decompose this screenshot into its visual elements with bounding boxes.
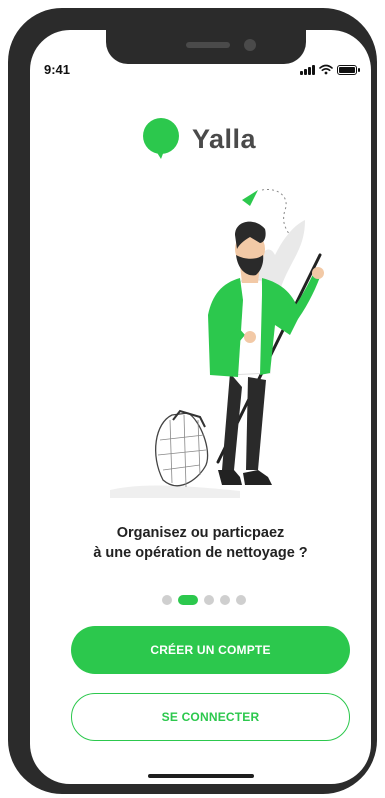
front-camera xyxy=(244,39,256,51)
tagline-line-1: Organisez ou particpaez xyxy=(116,525,285,541)
man-with-litter-net-illustration xyxy=(110,188,324,498)
phone-frame: 9:41 Yalla Organisez ou particpaez à une… xyxy=(8,8,377,794)
battery-icon xyxy=(337,65,360,75)
page-dot-5[interactable] xyxy=(236,595,246,605)
page-dot-1[interactable] xyxy=(162,595,172,605)
cellular-signal-icon xyxy=(300,65,315,75)
status-icons xyxy=(300,64,360,75)
home-indicator[interactable] xyxy=(148,774,254,778)
tagline-line-2: à une opération de nettoyage ? xyxy=(93,545,308,561)
app-logo: Yalla xyxy=(142,118,256,160)
paper-plane-icon xyxy=(242,190,258,206)
app-name: Yalla xyxy=(192,123,257,154)
login-button[interactable]: SE CONNECTER xyxy=(71,693,350,741)
status-time: 9:41 xyxy=(44,62,71,77)
wifi-icon xyxy=(319,64,333,75)
page-indicator xyxy=(162,595,246,605)
page-dot-4[interactable] xyxy=(220,595,230,605)
device-notch xyxy=(106,30,306,64)
page-dot-2-active[interactable] xyxy=(178,595,198,605)
create-account-button[interactable]: CRÉER UN COMPTE xyxy=(71,626,350,674)
speech-bubble-logo-icon xyxy=(143,118,179,159)
page-dot-3[interactable] xyxy=(204,595,214,605)
speaker-grille xyxy=(186,42,230,48)
app-screen: 9:41 Yalla Organisez ou particpaez à une… xyxy=(30,30,371,784)
